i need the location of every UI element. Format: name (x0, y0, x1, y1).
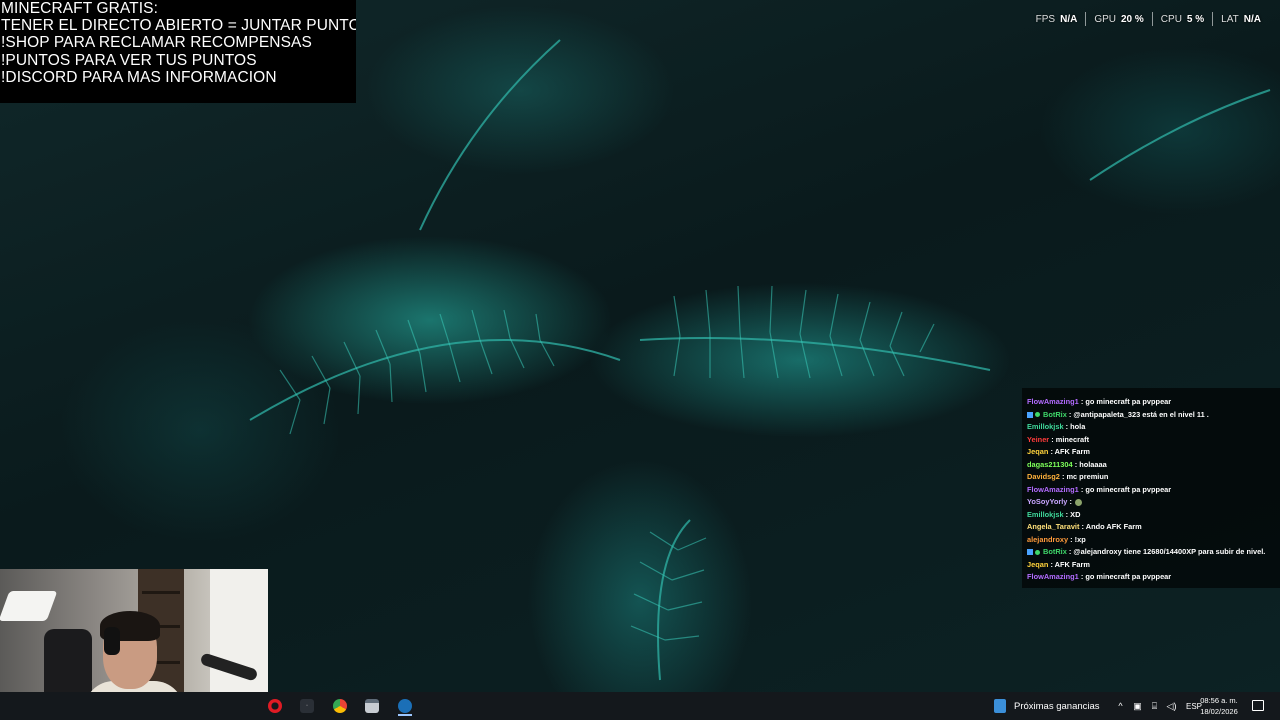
chat-text: : go minecraft pa pvppear (1080, 397, 1172, 406)
chat-message: Yeiner : minecraft (1022, 434, 1280, 447)
chat-text: : AFK Farm (1050, 559, 1090, 569)
chat-username[interactable]: YoSoyYorly (1027, 497, 1067, 506)
chat-message: BotRix : @antipapaleta_323 está en el ni… (1022, 409, 1280, 422)
clock-date: 18/02/2026 (1200, 707, 1238, 716)
lat-value: N/A (1243, 13, 1261, 25)
emote-icon (1074, 498, 1082, 506)
overlay-line: !SHOP PARA RECLAMAR RECOMPENSAS (1, 34, 312, 52)
fps-label: FPS (1035, 13, 1056, 25)
overlay-line: !PUNTOS PARA VER TUS PUNTOS (1, 51, 257, 69)
fps-value: N/A (1060, 13, 1078, 25)
chat-text: : XD (1065, 509, 1081, 519)
chat-text: : minecraft (1051, 434, 1090, 444)
chat-username[interactable]: Davidsg2 (1027, 472, 1060, 481)
chat-text: : AFK Farm (1050, 447, 1090, 456)
chat-text: : holaaaa (1074, 459, 1107, 469)
latency-stat: LAT N/A (1213, 14, 1269, 25)
chat-text: : mc premiun (1061, 472, 1109, 481)
ring-light (0, 591, 58, 621)
chat-username[interactable]: Emillokjsk (1027, 422, 1064, 431)
chat-username[interactable]: FlowAmazing1 (1027, 572, 1079, 581)
obs-icon[interactable]: ▫ (296, 696, 318, 716)
steam-icon[interactable] (394, 696, 416, 716)
overlay-line: MINECRAFT GRATIS: (1, 0, 158, 17)
chat-text: : Ando AFK Farm (1081, 522, 1142, 531)
chat-username[interactable]: Angela_Taravit (1027, 522, 1079, 531)
chat-username[interactable]: FlowAmazing1 (1027, 485, 1079, 494)
fps-stat: FPS N/A (1028, 14, 1086, 25)
chat-message: Emillokjsk : hola (1022, 421, 1280, 434)
chat-message: Emillokjsk : XD (1022, 509, 1280, 522)
opera-icon[interactable] (264, 696, 286, 716)
verified-badge-icon (1035, 549, 1040, 555)
chat-message: FlowAmazing1 : go minecraft pa pvppear (1022, 484, 1280, 497)
chat-text: : hola (1065, 422, 1086, 431)
chat-text: : @antipapaleta_323 está en el nivel 11 … (1068, 409, 1209, 419)
chat-message: FlowAmazing1 : go minecraft pa pvppear (1022, 571, 1280, 584)
news-label: Próximas ganancias (1014, 700, 1100, 712)
chat-username[interactable]: Jeqan (1027, 447, 1048, 456)
display-icon[interactable]: ▣ (1132, 701, 1143, 712)
chat-message: dagas211304 : holaaaa (1022, 459, 1280, 472)
chat-username[interactable]: BotRix (1043, 410, 1067, 419)
verified-badge-icon (1035, 412, 1040, 418)
system-tray: ^ ▣ ⌸ ◁) ESP (1112, 692, 1202, 720)
news-icon (994, 699, 1006, 713)
chat-username[interactable]: dagas211304 (1027, 460, 1073, 469)
chat-username[interactable]: Jeqan (1027, 560, 1048, 569)
news-widget[interactable]: Próximas ganancias (994, 692, 1100, 720)
chat-message: Jeqan : AFK Farm (1022, 559, 1280, 572)
chat-username[interactable]: Yeiner (1027, 435, 1049, 444)
notification-icon[interactable] (1252, 700, 1264, 711)
chat-text: : @alejandroxy tiene 12680/14400XP para … (1068, 547, 1266, 556)
chat-username[interactable]: FlowAmazing1 (1027, 397, 1079, 406)
lat-label: LAT (1221, 13, 1239, 25)
chat-text: : go minecraft pa pvppear (1080, 484, 1172, 494)
chat-text: : (1069, 497, 1072, 506)
gpu-label: GPU (1094, 13, 1116, 25)
chat-text: : !xp (1070, 534, 1086, 544)
chat-message: Angela_Taravit : Ando AFK Farm (1022, 521, 1280, 534)
clock-time: 08:56 a. m. (1200, 696, 1238, 705)
overlay-line: TENER EL DIRECTO ABIERTO = JUNTAR PUNTOS (1, 17, 356, 35)
taskbar: ▫ Próximas ganancias ^ ▣ ⌸ ◁) ESP 08:56 … (0, 692, 1280, 720)
cpu-value: 5 % (1186, 13, 1205, 25)
chat-username[interactable]: Emillokjsk (1027, 510, 1064, 519)
chrome-icon[interactable] (329, 696, 351, 716)
gpu-value: 20 % (1121, 13, 1144, 25)
overlay-line: !DISCORD PARA MAS INFORMACION (1, 68, 277, 86)
files-icon[interactable] (361, 696, 383, 716)
volume-icon[interactable]: ◁) (1166, 701, 1177, 712)
chat-message: YoSoyYorly : (1022, 496, 1280, 509)
performance-overlay: FPS N/A GPU 20 % CPU 5 % LAT N/A (1028, 12, 1269, 26)
cpu-label: CPU (1160, 13, 1182, 25)
cpu-stat: CPU 5 % (1153, 14, 1212, 25)
chat-text: : go minecraft pa pvppear (1080, 572, 1172, 581)
bot-badge-icon (1027, 549, 1033, 556)
chat-message: alejandroxy : !xp (1022, 534, 1280, 547)
stream-info-overlay: MINECRAFT GRATIS: TENER EL DIRECTO ABIER… (0, 0, 356, 103)
active-app-indicator (398, 714, 412, 716)
chat-message: Jeqan : AFK Farm (1022, 446, 1280, 459)
headset-icon (104, 627, 120, 655)
chat-message: BotRix : @alejandroxy tiene 12680/14400X… (1022, 546, 1280, 559)
chat-message: FlowAmazing1 : go minecraft pa pvppear (1022, 396, 1280, 409)
chat-username[interactable]: BotRix (1043, 547, 1067, 556)
gpu-stat: GPU 20 % (1086, 14, 1151, 25)
stream-chat: FlowAmazing1 : go minecraft pa pvppear Bo… (1022, 388, 1280, 588)
network-icon[interactable]: ⌸ (1149, 701, 1160, 712)
bot-badge-icon (1027, 411, 1033, 418)
clock[interactable]: 08:56 a. m. 18/02/2026 (1196, 695, 1242, 717)
chat-message: Davidsg2 : mc premiun (1022, 471, 1280, 484)
chevron-up-icon[interactable]: ^ (1115, 701, 1126, 712)
chat-username[interactable]: alejandroxy (1027, 535, 1068, 544)
